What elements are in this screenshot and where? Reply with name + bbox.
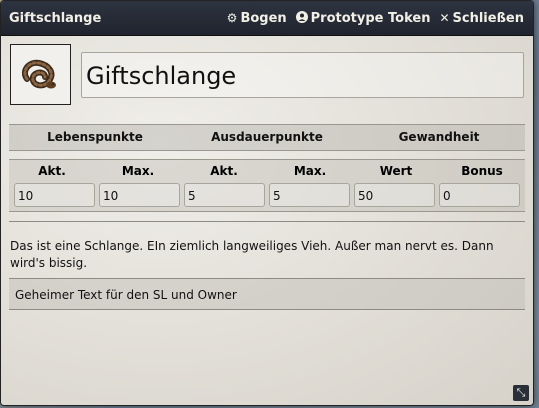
divider bbox=[9, 221, 525, 222]
column-label: Max. bbox=[293, 164, 327, 178]
stamina-current-input[interactable]: 5 bbox=[184, 183, 265, 207]
column-label: Akt. bbox=[38, 164, 66, 178]
sheet-button-label: Bogen bbox=[240, 10, 287, 26]
snake-icon bbox=[21, 59, 56, 88]
window-titlebar[interactable]: Giftschlange ⚙ Bogen Prototype Token ✕ S… bbox=[1, 1, 533, 36]
close-button-label: Schließen bbox=[452, 10, 524, 26]
group-label-stamina: Ausdauerpunkte bbox=[211, 130, 323, 144]
column-label: Akt. bbox=[210, 164, 238, 178]
group-label-agility: Gewandheit bbox=[398, 130, 480, 144]
window-title: Giftschlange bbox=[9, 10, 102, 26]
column-label: Wert bbox=[379, 164, 413, 178]
secret-text-field[interactable]: Geheimer Text für den SL und Owner bbox=[9, 278, 525, 310]
actor-portrait[interactable] bbox=[10, 44, 71, 105]
description-text[interactable]: Das ist eine Schlange. EIn ziemlich lang… bbox=[9, 238, 525, 272]
stat-column-header: Akt. Max. Akt. Max. Wert Bonus bbox=[9, 159, 525, 180]
stamina-max-input[interactable]: 5 bbox=[269, 183, 350, 207]
agility-value-input[interactable]: 50 bbox=[354, 183, 435, 207]
column-label: Bonus bbox=[461, 164, 503, 178]
actor-sheet-window: Giftschlange ⚙ Bogen Prototype Token ✕ S… bbox=[0, 0, 534, 406]
prototype-token-button[interactable]: Prototype Token bbox=[295, 10, 431, 26]
stat-group-header: Lebenspunkte Ausdauerpunkte Gewandheit bbox=[9, 124, 525, 151]
close-icon: ✕ bbox=[439, 11, 450, 25]
sheet-header: Giftschlange bbox=[9, 44, 525, 107]
health-current-input[interactable]: 10 bbox=[14, 183, 95, 207]
prototype-token-label: Prototype Token bbox=[310, 10, 431, 26]
column-label: Max. bbox=[121, 164, 155, 178]
sheet-body: Giftschlange Lebenspunkte Ausdauerpunkte… bbox=[1, 36, 533, 405]
close-button[interactable]: ✕ Schließen bbox=[439, 11, 524, 26]
gear-icon: ⚙ bbox=[226, 11, 238, 25]
stat-inputs-row: 10 10 5 5 50 0 bbox=[9, 180, 525, 212]
resize-handle-icon[interactable]: ⤡ bbox=[513, 385, 529, 401]
agility-bonus-input[interactable]: 0 bbox=[439, 183, 520, 207]
health-max-input[interactable]: 10 bbox=[99, 183, 180, 207]
actor-name-input[interactable]: Giftschlange bbox=[81, 52, 524, 98]
sheet-button[interactable]: ⚙ Bogen bbox=[227, 11, 287, 26]
group-label-health: Lebenspunkte bbox=[47, 130, 143, 144]
user-circle-icon bbox=[295, 10, 308, 26]
